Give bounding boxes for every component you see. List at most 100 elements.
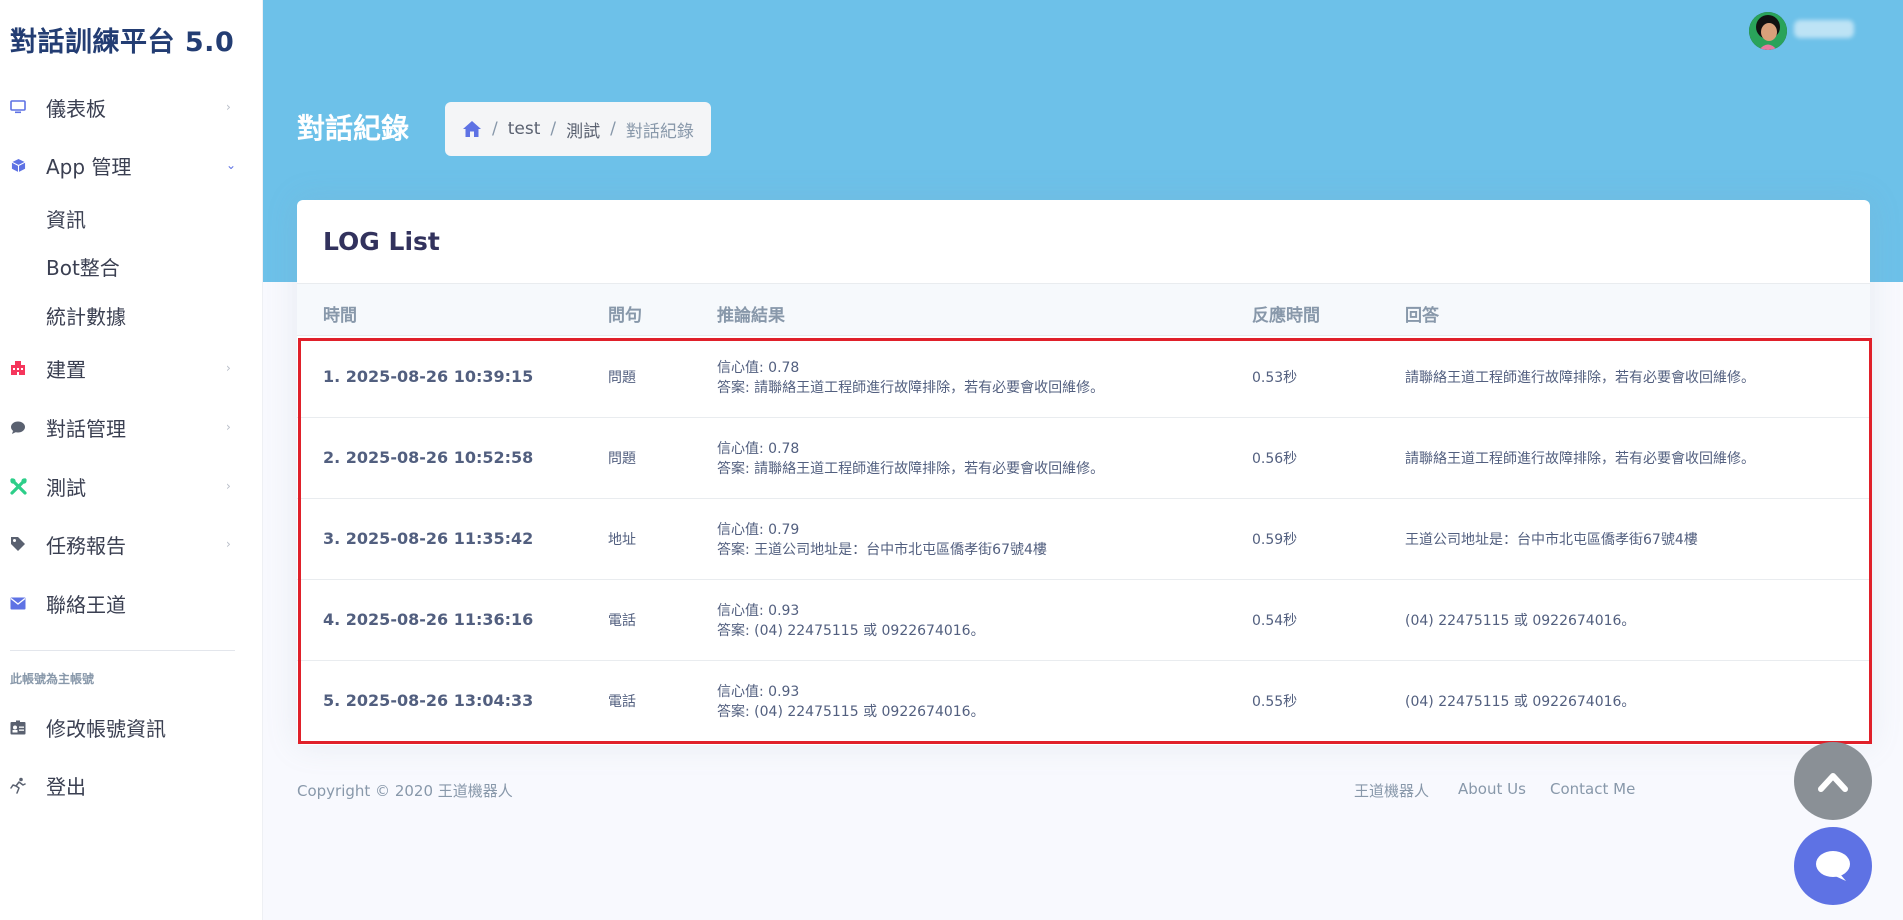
sidebar-item-edit-account[interactable]: 修改帳號資訊 bbox=[0, 704, 263, 750]
monitor-icon bbox=[9, 98, 27, 116]
cell-response-time: 0.59秒 bbox=[1252, 532, 1298, 548]
sidebar-item-label: 儀表板 bbox=[46, 96, 106, 121]
sidebar-item-label: 建置 bbox=[46, 357, 86, 382]
breadcrumb-separator: / bbox=[610, 119, 616, 139]
sidebar-item-label: 測試 bbox=[46, 475, 86, 500]
id-card-icon bbox=[9, 718, 27, 736]
footer-link-contact[interactable]: Contact Me bbox=[1550, 780, 1635, 798]
building-icon bbox=[9, 359, 27, 377]
account-heading: 此帳號為主帳號 bbox=[10, 672, 95, 686]
cell-answer: 王道公司地址是：台中市北屯區僑孝街67號4樓 bbox=[1405, 532, 1698, 548]
sidebar-item-app-management[interactable]: App 管理 ⌄ bbox=[0, 142, 263, 188]
footer-link-company[interactable]: 王道機器人 bbox=[1354, 780, 1429, 801]
column-header-question: 問句 bbox=[608, 306, 642, 326]
footer-link-about[interactable]: About Us bbox=[1458, 780, 1526, 798]
breadcrumb: / test / 測試 / 對話紀錄 bbox=[445, 102, 711, 156]
brand-title[interactable]: 對話訓練平台 5.0 bbox=[10, 20, 234, 59]
breadcrumb-item-current: 對話紀錄 bbox=[625, 121, 694, 142]
sidebar-subitem-statistics[interactable]: 統計數據 bbox=[46, 301, 126, 330]
cell-question: 電話 bbox=[608, 613, 636, 629]
cell-time: 4. 2025-08-26 11:36:16 bbox=[323, 610, 534, 629]
sidebar-item-dashboard[interactable]: 儀表板 › bbox=[0, 84, 263, 130]
user-avatar[interactable] bbox=[1749, 12, 1787, 50]
log-list-card: LOG List 時間 問句 推論結果 反應時間 回答 1. 2025-08-2… bbox=[297, 200, 1870, 745]
breadcrumb-separator: / bbox=[492, 119, 498, 139]
inference-answer-text: 答案: (04) 22475115 或 0922674016。 bbox=[717, 704, 985, 720]
sidebar-subitem-bot-integration[interactable]: Bot整合 bbox=[46, 252, 120, 281]
column-header-time: 時間 bbox=[323, 306, 357, 326]
sidebar-item-label: 任務報告 bbox=[46, 533, 126, 558]
tools-icon bbox=[9, 477, 27, 495]
cell-inference: 信心值: 0.78 答案: 請聯絡王道工程師進行故障排除，若有必要會收回維修。 bbox=[717, 358, 1104, 398]
cell-question: 電話 bbox=[608, 694, 636, 710]
running-icon bbox=[9, 776, 27, 794]
chevron-up-icon bbox=[1818, 770, 1848, 792]
sidebar-item-label: 登出 bbox=[46, 774, 86, 799]
confidence-text: 信心值: 0.93 bbox=[717, 684, 800, 700]
tag-icon bbox=[9, 535, 27, 553]
sidebar-item-label: 對話管理 bbox=[46, 416, 126, 441]
chevron-down-icon: ⌄ bbox=[226, 158, 237, 172]
cell-time: 1. 2025-08-26 10:39:15 bbox=[323, 367, 534, 386]
sidebar-item-test[interactable]: 測試 › bbox=[0, 463, 263, 509]
breadcrumb-item-test[interactable]: 測試 bbox=[566, 117, 600, 142]
confidence-text: 信心值: 0.78 bbox=[717, 360, 800, 376]
cell-question: 問題 bbox=[608, 451, 636, 467]
home-icon[interactable] bbox=[462, 120, 482, 138]
table-row: 1. 2025-08-26 10:39:15 問題 信心值: 0.78 答案: … bbox=[297, 337, 1870, 418]
cell-question: 地址 bbox=[608, 532, 636, 548]
cell-time: 2. 2025-08-26 10:52:58 bbox=[323, 448, 534, 467]
chevron-right-icon: › bbox=[226, 479, 231, 493]
footer-copyright: Copyright © 2020 王道機器人 bbox=[297, 782, 513, 800]
envelope-icon bbox=[9, 594, 27, 612]
scroll-to-top-button[interactable] bbox=[1794, 742, 1872, 820]
sidebar-item-logout[interactable]: 登出 bbox=[0, 762, 263, 808]
sidebar-item-task-report[interactable]: 任務報告 › bbox=[0, 521, 263, 567]
table-row: 2. 2025-08-26 10:52:58 問題 信心值: 0.78 答案: … bbox=[297, 418, 1870, 499]
cell-response-time: 0.56秒 bbox=[1252, 451, 1298, 467]
confidence-text: 信心值: 0.79 bbox=[717, 522, 800, 538]
chevron-right-icon: › bbox=[226, 361, 231, 375]
column-header-inference: 推論結果 bbox=[717, 306, 785, 326]
sidebar-subitem-info[interactable]: 資訊 bbox=[46, 204, 86, 233]
sidebar-item-build[interactable]: 建置 › bbox=[0, 345, 263, 391]
cell-time: 5. 2025-08-26 13:04:33 bbox=[323, 691, 534, 710]
sidebar-item-label: App 管理 bbox=[46, 154, 132, 179]
chevron-right-icon: › bbox=[226, 100, 231, 114]
page-title: 對話紀錄 bbox=[297, 112, 410, 145]
sidebar-item-label: 聯絡王道 bbox=[46, 592, 126, 617]
chat-bubble-icon bbox=[1814, 849, 1852, 883]
cell-answer: (04) 22475115 或 0922674016。 bbox=[1405, 694, 1636, 710]
inference-answer-text: 答案: (04) 22475115 或 0922674016。 bbox=[717, 623, 985, 639]
cell-answer: 請聯絡王道工程師進行故障排除，若有必要會收回維修。 bbox=[1405, 451, 1755, 467]
table-row: 3. 2025-08-26 11:35:42 地址 信心值: 0.79 答案: … bbox=[297, 499, 1870, 580]
cell-time: 3. 2025-08-26 11:35:42 bbox=[323, 529, 534, 548]
chat-button[interactable] bbox=[1794, 827, 1872, 905]
breadcrumb-item-app[interactable]: test bbox=[508, 119, 541, 139]
cell-response-time: 0.55秒 bbox=[1252, 694, 1298, 710]
chevron-right-icon: › bbox=[226, 537, 231, 551]
column-header-response-time: 反應時間 bbox=[1252, 306, 1320, 326]
inference-answer-text: 答案: 請聯絡王道工程師進行故障排除，若有必要會收回維修。 bbox=[717, 461, 1105, 477]
cell-inference: 信心值: 0.93 答案: (04) 22475115 或 0922674016… bbox=[717, 682, 985, 722]
cell-response-time: 0.54秒 bbox=[1252, 613, 1298, 629]
table-header: 時間 問句 推論結果 反應時間 回答 bbox=[297, 283, 1870, 336]
confidence-text: 信心值: 0.93 bbox=[717, 603, 800, 619]
chevron-right-icon: › bbox=[226, 420, 231, 434]
chat-bubble-icon bbox=[9, 418, 27, 436]
cell-answer: 請聯絡王道工程師進行故障排除，若有必要會收回維修。 bbox=[1405, 370, 1755, 386]
sidebar: 對話訓練平台 5.0 儀表板 › App 管理 ⌄ 資訊 Bot整合 統計數據 … bbox=[0, 0, 263, 920]
card-title: LOG List bbox=[323, 227, 440, 256]
sidebar-item-contact[interactable]: 聯絡王道 bbox=[0, 580, 263, 626]
column-header-answer: 回答 bbox=[1405, 306, 1439, 326]
cell-answer: (04) 22475115 或 0922674016。 bbox=[1405, 613, 1636, 629]
cell-question: 問題 bbox=[608, 370, 636, 386]
sidebar-divider bbox=[10, 650, 235, 651]
user-name-redacted[interactable] bbox=[1794, 20, 1854, 38]
sidebar-item-dialog-management[interactable]: 對話管理 › bbox=[0, 404, 263, 450]
table-row: 5. 2025-08-26 13:04:33 電話 信心值: 0.93 答案: … bbox=[297, 661, 1870, 742]
cell-inference: 信心值: 0.79 答案: 王道公司地址是：台中市北屯區僑孝街67號4樓 bbox=[717, 520, 1047, 560]
cell-inference: 信心值: 0.93 答案: (04) 22475115 或 0922674016… bbox=[717, 601, 985, 641]
confidence-text: 信心值: 0.78 bbox=[717, 441, 800, 457]
cell-response-time: 0.53秒 bbox=[1252, 370, 1298, 386]
